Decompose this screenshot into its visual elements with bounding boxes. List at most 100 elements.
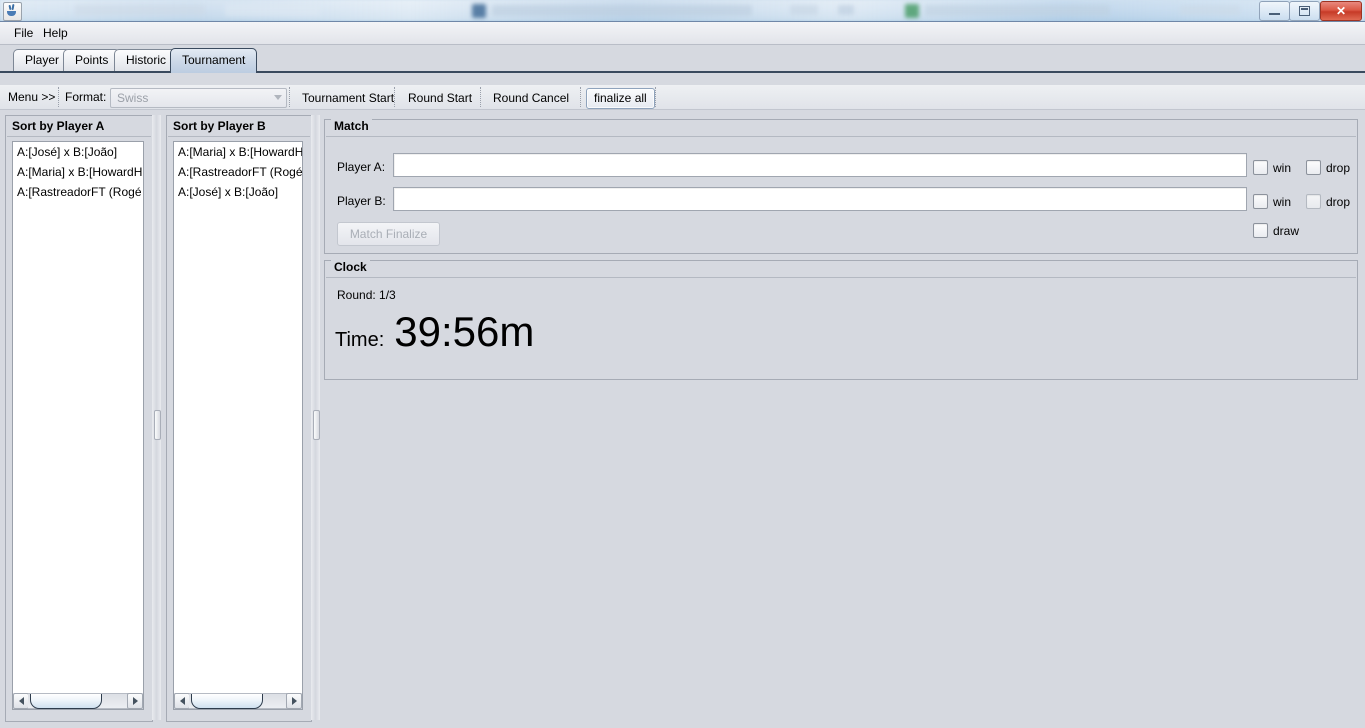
tab-bar: Player Points Historic Tournament <box>0 45 1365 73</box>
checkbox-box[interactable] <box>1306 160 1321 175</box>
title-bar-backdrop-blur <box>1180 5 1240 15</box>
player-a-list-hscrollbar[interactable] <box>12 693 144 710</box>
match-group-title: Match <box>331 119 372 133</box>
title-bar-backdrop-blur <box>838 5 854 15</box>
round-cancel-button[interactable]: Round Cancel <box>485 88 577 109</box>
close-button[interactable]: ✕ <box>1320 1 1362 21</box>
player-b-list-hscrollbar[interactable] <box>173 693 303 710</box>
checkbox-label: win <box>1273 160 1292 175</box>
group-title-rule <box>326 136 1356 137</box>
scrollbar-thumb[interactable] <box>191 694 263 709</box>
toolbar-separator <box>580 87 581 107</box>
sort-by-player-b-title: Sort by Player B <box>173 119 266 133</box>
cup-shape <box>7 11 16 16</box>
player-b-input-field[interactable] <box>394 188 1246 210</box>
list-item[interactable]: A:[Maria] x B:[HowardHi <box>174 142 302 162</box>
toolbar-separator <box>289 87 290 107</box>
player-a-input-field[interactable] <box>394 154 1246 176</box>
chevron-down-icon <box>274 95 282 100</box>
tournament-toolbar: Menu >> Format: Swiss Tournament Start R… <box>0 85 1365 110</box>
split-divider-grip[interactable] <box>313 410 320 440</box>
tournament-start-button[interactable]: Tournament Start <box>294 88 402 109</box>
maximize-icon <box>1290 2 1319 20</box>
right-pane: Match Player A: Player B: Match Finalize… <box>322 115 1360 720</box>
menu-bar: File Help <box>0 22 1365 45</box>
player-a-match-list[interactable]: A:[José] x B:[João] A:[Maria] x B:[Howar… <box>12 141 144 695</box>
checkbox-label: win <box>1273 194 1292 209</box>
title-bar-backdrop-blur <box>75 5 205 15</box>
list-item[interactable]: A:[José] x B:[João] <box>13 142 143 162</box>
player-a-label: Player A: <box>337 160 386 174</box>
title-bar-backdrop-blur <box>472 4 486 18</box>
minimize-icon <box>1260 2 1289 20</box>
player-b-input[interactable] <box>393 187 1247 211</box>
toolbar-separator <box>58 87 59 107</box>
menu-item-file[interactable]: File <box>9 25 38 41</box>
arrow-left-icon[interactable] <box>174 693 190 709</box>
checkbox-box[interactable] <box>1253 160 1268 175</box>
clock-group: Clock Round: 1/3 Time: 39:56m <box>324 260 1358 380</box>
menu-expand-label[interactable]: Menu >> <box>8 90 55 104</box>
clock-display: Time: 39:56m <box>335 311 534 353</box>
toolbar-separator <box>655 87 656 107</box>
main-content: Sort by Player A A:[José] x B:[João] A:[… <box>0 110 1365 728</box>
toolbar-separator <box>480 87 481 107</box>
panel-title-rule <box>168 136 310 137</box>
time-value: 39:56m <box>394 308 535 355</box>
split-divider-right[interactable] <box>311 115 320 720</box>
player-a-input[interactable] <box>393 153 1247 177</box>
java-coffee-cup-icon <box>3 2 22 21</box>
time-label: Time: <box>335 329 385 351</box>
toolbar-separator <box>394 87 395 107</box>
format-select[interactable]: Swiss <box>110 88 287 108</box>
checkbox-label: draw <box>1273 223 1300 238</box>
scrollbar-track[interactable] <box>189 693 287 709</box>
list-item[interactable]: A:[José] x B:[João] <box>174 182 302 202</box>
player-b-drop-checkbox[interactable]: drop <box>1306 194 1350 209</box>
maximize-button[interactable] <box>1289 1 1320 21</box>
title-bar-backdrop-blur <box>925 5 1110 16</box>
list-item[interactable]: A:[RastreadorFT (Rogé <box>13 182 143 202</box>
player-a-drop-checkbox[interactable]: drop <box>1306 160 1350 175</box>
arrow-left-icon[interactable] <box>13 693 29 709</box>
format-label: Format: <box>65 90 107 104</box>
format-select-value: Swiss <box>117 91 149 105</box>
player-a-win-checkbox[interactable]: win <box>1253 160 1291 175</box>
round-start-button[interactable]: Round Start <box>400 88 480 109</box>
sort-by-player-a-panel: Sort by Player A A:[José] x B:[João] A:[… <box>5 115 153 722</box>
tab-historic[interactable]: Historic <box>114 49 179 72</box>
tab-tournament[interactable]: Tournament <box>170 48 258 73</box>
checkbox-box[interactable] <box>1306 194 1321 209</box>
split-divider-left[interactable] <box>152 115 161 720</box>
draw-checkbox[interactable]: draw <box>1253 223 1299 238</box>
finalize-all-button[interactable]: finalize all <box>586 88 655 109</box>
split-divider-grip[interactable] <box>154 410 161 440</box>
title-bar-backdrop-blur <box>790 5 818 15</box>
group-title-rule <box>326 277 1356 278</box>
menu-item-help[interactable]: Help <box>38 25 73 41</box>
player-b-win-checkbox[interactable]: win <box>1253 194 1291 209</box>
scrollbar-thumb[interactable] <box>30 694 102 709</box>
round-indicator: Round: 1/3 <box>337 288 396 302</box>
arrow-right-icon[interactable] <box>127 693 143 709</box>
list-item[interactable]: A:[Maria] x B:[HowardHi <box>13 162 143 182</box>
checkbox-label: drop <box>1326 194 1351 209</box>
match-group: Match Player A: Player B: Match Finalize… <box>324 119 1358 254</box>
player-b-match-list[interactable]: A:[Maria] x B:[HowardHi A:[RastreadorFT … <box>173 141 303 695</box>
arrow-right-icon[interactable] <box>286 693 302 709</box>
sort-by-player-a-title: Sort by Player A <box>12 119 105 133</box>
match-finalize-button[interactable]: Match Finalize <box>337 222 440 246</box>
title-bar-backdrop-blur <box>492 5 752 16</box>
scrollbar-track[interactable] <box>28 693 128 709</box>
title-bar-backdrop-blur <box>905 4 919 18</box>
window-title-bar[interactable]: ✕ <box>0 0 1365 22</box>
tab-points[interactable]: Points <box>63 49 121 72</box>
title-bar-backdrop-blur <box>225 4 320 16</box>
checkbox-box[interactable] <box>1253 223 1268 238</box>
player-b-label: Player B: <box>337 194 386 208</box>
checkbox-box[interactable] <box>1253 194 1268 209</box>
minimize-button[interactable] <box>1259 1 1290 21</box>
steam-decoration <box>11 3 15 11</box>
list-item[interactable]: A:[RastreadorFT (Rogé <box>174 162 302 182</box>
sort-by-player-b-panel: Sort by Player B A:[Maria] x B:[HowardHi… <box>166 115 312 722</box>
